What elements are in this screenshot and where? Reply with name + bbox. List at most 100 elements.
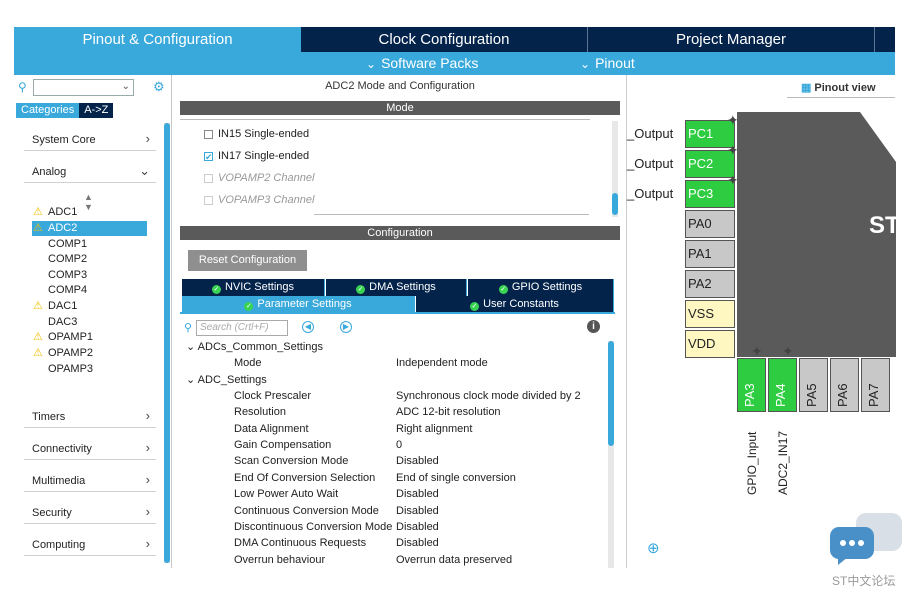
tab-nvic-settings[interactable]: ✓ NVIC Settings: [182, 279, 325, 296]
checkbox-label: IN17 Single-ended: [218, 150, 310, 162]
zoom-in-icon[interactable]: ⊕: [647, 539, 660, 557]
parameter-value[interactable]: Overrun data preserved: [396, 552, 512, 568]
tab-project-manager[interactable]: Project Manager: [588, 27, 875, 52]
parameter-row[interactable]: Continuous Conversion Mode Disabled: [180, 503, 610, 519]
pin-pa5[interactable]: PA5: [799, 358, 828, 412]
tab-categories[interactable]: Categories: [16, 103, 80, 118]
warning-icon: ⚠: [33, 206, 43, 218]
chevron-down-icon: ⌄: [186, 374, 198, 386]
parameter-value[interactable]: Disabled: [396, 486, 439, 502]
category-search-input[interactable]: ⌄: [33, 79, 134, 96]
checkbox-icon[interactable]: [204, 130, 213, 139]
software-packs-menu[interactable]: ⌄ Software Packs: [366, 52, 478, 75]
pin-label: PA4: [773, 383, 788, 407]
group-label: ADCs_Common_Settings: [197, 341, 324, 353]
parameter-row[interactable]: Clock Prescaler Synchronous clock mode di…: [180, 388, 610, 404]
category-label: System Core: [32, 134, 96, 146]
peripheral-item[interactable]: COMP2: [32, 252, 147, 267]
group-adcs-common-settings[interactable]: ⌄ ADCs_Common_Settings: [180, 339, 610, 355]
peripheral-item[interactable]: ⚠ OPAMP2: [32, 346, 147, 361]
parameter-row[interactable]: Overrun behaviour Overrun data preserved: [180, 552, 610, 568]
info-icon[interactable]: i: [587, 320, 600, 333]
gear-icon[interactable]: ⚙: [153, 79, 165, 95]
search-next-icon[interactable]: ▶: [340, 321, 352, 333]
parameter-value[interactable]: 0: [396, 437, 402, 453]
peripheral-item[interactable]: COMP3: [32, 268, 147, 283]
category-scrollbar[interactable]: [164, 123, 170, 563]
pin-pa0[interactable]: PA0: [685, 210, 735, 238]
chevron-down-icon[interactable]: ⌄: [122, 81, 130, 92]
pinout-panel: ▦ Pinout view ST PC1 _Output ✦ PC2 _Output ✦ PC…: [626, 75, 900, 568]
pin-vss[interactable]: VSS: [685, 300, 735, 328]
group-adc-settings[interactable]: ⌄ ADC_Settings: [180, 372, 610, 388]
mode-header: Mode: [180, 101, 620, 115]
parameter-row[interactable]: End Of Conversion Selection End of single…: [180, 470, 610, 486]
parameter-value[interactable]: Disabled: [396, 519, 439, 535]
scrollbar-thumb[interactable]: [612, 193, 618, 215]
peripheral-item[interactable]: ⚠ ADC1: [32, 205, 147, 220]
pinout-view-button[interactable]: ▦ Pinout view: [801, 81, 876, 94]
pin-pa7[interactable]: PA7: [861, 358, 890, 412]
tab-gpio-settings[interactable]: ✓ GPIO Settings: [468, 279, 614, 296]
parameter-value[interactable]: Independent mode: [396, 355, 488, 371]
parameter-row[interactable]: Mode Independent mode: [180, 355, 610, 371]
chevron-right-icon: ›: [145, 408, 150, 423]
pin-pa1[interactable]: PA1: [685, 240, 735, 268]
pin-pa4[interactable]: PA4: [768, 358, 797, 412]
tab-pinout-configuration[interactable]: Pinout & Configuration: [14, 27, 301, 52]
parameter-search-input[interactable]: Search (Crtl+F): [196, 320, 288, 336]
reset-configuration-button[interactable]: Reset Configuration: [188, 250, 307, 271]
peripheral-item[interactable]: COMP1: [32, 237, 147, 252]
parameter-value[interactable]: Synchronous clock mode divided by 2: [396, 388, 581, 404]
peripheral-item[interactable]: ⚠ ADC2: [32, 221, 147, 236]
parameter-row[interactable]: Discontinuous Conversion Mode Disabled: [180, 519, 610, 535]
scrollbar-thumb[interactable]: [608, 341, 614, 446]
parameter-row[interactable]: Low Power Auto Wait Disabled: [180, 486, 610, 502]
pin-pa3[interactable]: PA3: [737, 358, 766, 412]
watermark-text: ST中文论坛: [832, 574, 896, 588]
peripheral-item[interactable]: ⚠ OPAMP1: [32, 330, 147, 345]
parameter-row[interactable]: DMA Continuous Requests Disabled: [180, 535, 610, 551]
parameter-value[interactable]: Disabled: [396, 503, 439, 519]
mode-scrollbar[interactable]: [612, 121, 618, 217]
parameter-row[interactable]: Gain Compensation 0: [180, 437, 610, 453]
scrollbar-thumb[interactable]: [164, 123, 170, 563]
pin-pa6[interactable]: PA6: [830, 358, 859, 412]
search-previous-icon[interactable]: ◀: [302, 321, 314, 333]
parameter-value[interactable]: Right alignment: [396, 421, 472, 437]
category-computing[interactable]: Computing ›: [24, 534, 156, 556]
peripheral-label: COMP3: [48, 269, 88, 281]
category-multimedia[interactable]: Multimedia ›: [24, 470, 156, 492]
category-connectivity[interactable]: Connectivity ›: [24, 438, 156, 460]
parameter-value[interactable]: Disabled: [396, 535, 439, 551]
category-label: Multimedia: [32, 475, 86, 487]
category-security[interactable]: Security ›: [24, 502, 156, 524]
checkbox-checked-icon[interactable]: ✔: [204, 152, 213, 162]
parameter-value[interactable]: End of single conversion: [396, 470, 516, 486]
pinout-menu[interactable]: ⌄ Pinout: [580, 52, 635, 75]
pushpin-icon: ✦: [751, 343, 763, 359]
parameter-value[interactable]: Disabled: [396, 453, 439, 469]
parameter-row[interactable]: Resolution ADC 12-bit resolution: [180, 404, 610, 420]
parameter-scrollbar[interactable]: [608, 341, 614, 568]
tab-clock-configuration[interactable]: Clock Configuration: [301, 27, 588, 52]
pin-pa2[interactable]: PA2: [685, 270, 735, 298]
pin-vdd[interactable]: VDD: [685, 330, 735, 358]
chip-icon: ▦: [801, 82, 812, 94]
tab-a-z[interactable]: A->Z: [79, 103, 114, 118]
parameter-value[interactable]: ADC 12-bit resolution: [396, 404, 501, 420]
parameter-row[interactable]: Scan Conversion Mode Disabled: [180, 453, 610, 469]
peripheral-item[interactable]: ⚠ DAC1: [32, 299, 147, 314]
pin-label: PA6: [835, 383, 850, 407]
peripheral-item[interactable]: OPAMP3: [32, 362, 147, 377]
category-timers[interactable]: Timers ›: [24, 406, 156, 428]
parameter-row[interactable]: Data Alignment Right alignment: [180, 421, 610, 437]
peripheral-item[interactable]: DAC3: [32, 315, 147, 330]
tab-user-constants[interactable]: ✓ User Constants: [416, 296, 614, 313]
tab-dma-settings[interactable]: ✓ DMA Settings: [326, 279, 467, 296]
category-system-core[interactable]: System Core ›: [24, 129, 156, 151]
peripheral-item[interactable]: COMP4: [32, 283, 147, 298]
tab-parameter-settings[interactable]: ✓ Parameter Settings: [182, 296, 415, 313]
category-analog[interactable]: Analog ⌄: [24, 161, 156, 183]
category-view-tabs: Categories A->Z: [16, 103, 114, 118]
